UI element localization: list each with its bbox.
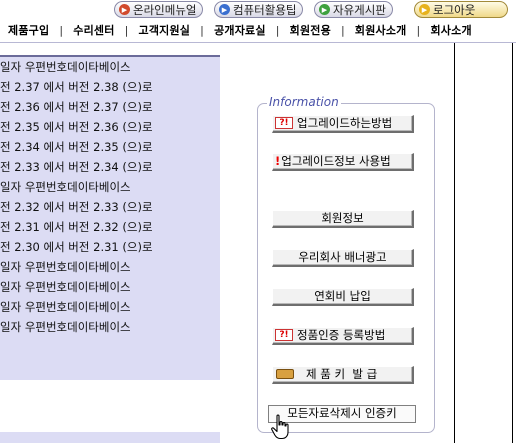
main-menu: 제품구입 | 수리센터 | 고객지원실 | 공개자료실 | 회원전용 | 회원사… [0, 22, 516, 40]
update-list-panel: 일자 우편번호데이타베이스 전 2.37 에서 버전 2.38 (으)로 전 2… [0, 55, 220, 380]
hand-cursor-icon [271, 414, 289, 440]
menu-separator: | [200, 24, 205, 37]
free-board-button[interactable]: ▶ 자유게시판 [314, 1, 393, 18]
upgrade-info-guide-button[interactable]: !업그레이드정보 사용법 [272, 153, 414, 171]
menu-separator: | [59, 24, 64, 37]
online-manual-button[interactable]: ▶ 온라인메뉴얼 [114, 1, 204, 18]
question-exclamation-icon: ?! [275, 329, 293, 341]
annual-fee-label: 연회비 납입 [314, 289, 371, 303]
computer-tips-label: 컴퓨터활용팁 [233, 2, 297, 17]
question-exclamation-icon: ?! [275, 117, 293, 129]
list-item[interactable]: 전 2.31 에서 버전 2.32 (으)로 [0, 217, 220, 237]
product-key-issue-label: 제 품 키 발 급 [306, 367, 378, 381]
arrow-right-icon: ▶ [319, 4, 330, 15]
menu-separator: | [275, 24, 280, 37]
online-manual-label: 온라인메뉴얼 [133, 2, 197, 17]
list-item[interactable]: 전 2.35 에서 버전 2.36 (으)로 [0, 117, 220, 137]
list-item[interactable]: 전 2.37 에서 버전 2.38 (으)로 [0, 77, 220, 97]
list-item[interactable]: 전 2.33 에서 버전 2.34 (으)로 [0, 157, 220, 177]
logout-label: 로그아웃 [433, 2, 476, 17]
menu-item-member-companies[interactable]: 회원사소개 [355, 22, 407, 40]
information-title: Information [267, 95, 341, 109]
list-item[interactable]: 일자 우편번호데이타베이스 [0, 257, 220, 277]
member-info-button[interactable]: 회원정보 [272, 210, 414, 228]
license-registration-button[interactable]: ?! 정품인증 등록방법 [272, 327, 414, 345]
menu-separator: | [340, 24, 345, 37]
column-divider [512, 43, 513, 443]
arrow-right-icon: ▶ [119, 4, 130, 15]
logout-button[interactable]: ▶ 로그아웃 [414, 1, 508, 18]
computer-tips-button[interactable]: ▶ 컴퓨터활용팁 [214, 1, 304, 18]
menu-item-purchase[interactable]: 제품구입 [8, 22, 49, 40]
banner-ad-label: 우리회사 배너광고 [298, 250, 387, 264]
exclamation-icon: ! [275, 154, 281, 168]
arrow-right-icon: ▶ [419, 4, 430, 15]
list-item[interactable]: 전 2.30 에서 버전 2.31 (으)로 [0, 237, 220, 257]
annual-fee-button[interactable]: 연회비 납입 [272, 288, 414, 306]
menu-separator: | [124, 24, 129, 37]
list-item[interactable]: 일자 우편번호데이타베이스 [0, 177, 220, 197]
banner-ad-button[interactable]: 우리회사 배너광고 [272, 249, 414, 267]
list-item[interactable]: 일자 우편번호데이타베이스 [0, 317, 220, 337]
menu-divider [0, 42, 516, 43]
menu-item-repair-center[interactable]: 수리센터 [73, 22, 114, 40]
menu-item-members-only[interactable]: 회원전용 [290, 22, 331, 40]
member-info-label: 회원정보 [321, 211, 364, 225]
menu-item-customer-support[interactable]: 고객지원실 [139, 22, 191, 40]
list-item[interactable]: 일자 우편번호데이타베이스 [0, 297, 220, 317]
list-item[interactable]: 전 2.36 에서 버전 2.37 (으)로 [0, 97, 220, 117]
list-item[interactable]: 전 2.32 에서 버전 2.33 (으)로 [0, 197, 220, 217]
product-key-issue-button[interactable]: 제 품 키 발 급 [272, 366, 414, 384]
list-item[interactable]: 일자 우편번호데이타베이스 [0, 57, 220, 77]
key-icon [276, 369, 294, 379]
column-divider [454, 43, 455, 443]
upgrade-howto-label: 업그레이드하는방법 [297, 116, 393, 130]
delete-all-auth-key-label: 모든자료삭제시 인증키 [287, 406, 397, 420]
free-board-label: 자유게시판 [333, 2, 386, 17]
lower-panel-strip [0, 432, 220, 443]
list-item[interactable]: 일자 우편번호데이타베이스 [0, 277, 220, 297]
menu-separator: | [416, 24, 421, 37]
arrow-right-icon: ▶ [219, 4, 230, 15]
menu-item-public-library[interactable]: 공개자료실 [214, 22, 266, 40]
menu-item-company-intro[interactable]: 회사소개 [430, 22, 471, 40]
upgrade-howto-button[interactable]: ?! 업그레이드하는방법 [272, 115, 414, 133]
license-registration-label: 정품인증 등록방법 [297, 328, 386, 342]
upgrade-info-guide-label: 업그레이드정보 사용법 [281, 154, 391, 168]
list-item[interactable]: 전 2.34 에서 버전 2.35 (으)로 [0, 137, 220, 157]
